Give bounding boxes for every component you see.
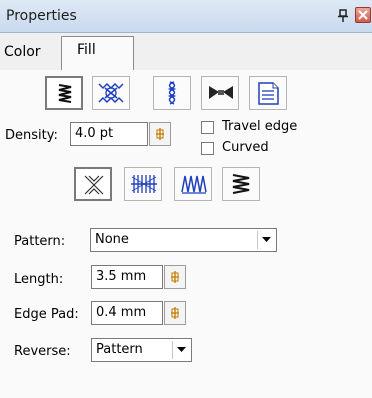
edge-pad-field[interactable]: 0.4 mm bbox=[91, 301, 163, 325]
density-label: Density: bbox=[5, 128, 58, 143]
length-label: Length: bbox=[14, 272, 64, 287]
fill-type-wave-button[interactable] bbox=[153, 76, 191, 110]
stitch-style-cross-button[interactable] bbox=[74, 167, 112, 201]
spin-arrows-icon bbox=[171, 271, 179, 283]
chevron-down-icon bbox=[177, 347, 186, 352]
stitch-style-zigzag-button[interactable] bbox=[174, 167, 212, 201]
edge-pad-label: Edge Pad: bbox=[14, 307, 79, 322]
spin-arrows-icon bbox=[171, 307, 179, 319]
travel-edge-checkbox[interactable] bbox=[201, 121, 214, 134]
pattern-dropdown-arrow[interactable] bbox=[257, 231, 274, 249]
fill-type-cross-button[interactable] bbox=[92, 76, 130, 110]
tab-fill-label: Fill bbox=[77, 42, 96, 58]
chevron-down-icon bbox=[262, 237, 271, 242]
travel-edge-label: Travel edge bbox=[222, 119, 298, 134]
stitch-style-blanket-button[interactable] bbox=[124, 167, 162, 201]
cross-stitch-icon bbox=[84, 175, 104, 195]
curved-label: Curved bbox=[222, 140, 269, 155]
cross-pattern-fill-icon bbox=[98, 82, 124, 104]
tab-strip: Color Fill bbox=[0, 33, 372, 71]
blanket-stitch-icon bbox=[131, 175, 157, 193]
pattern-value: None bbox=[95, 232, 129, 247]
density-spinner[interactable] bbox=[149, 122, 171, 146]
fill-tab-content: Density: 4.0 pt Travel edge Curved Patte… bbox=[0, 70, 372, 398]
reverse-dropdown-arrow[interactable] bbox=[172, 341, 189, 359]
stitch-style-satin-button[interactable] bbox=[222, 167, 260, 201]
fill-type-satin-button[interactable] bbox=[45, 76, 83, 110]
pattern-label: Pattern: bbox=[14, 234, 66, 249]
length-spinner[interactable] bbox=[164, 265, 186, 289]
fill-type-bowtie-button[interactable] bbox=[201, 76, 239, 110]
panel-titlebar: Properties bbox=[0, 0, 372, 33]
curved-checkbox[interactable] bbox=[201, 142, 214, 155]
close-button[interactable] bbox=[355, 7, 371, 23]
zigzag-stitch-icon bbox=[181, 175, 207, 194]
pattern-select[interactable]: None bbox=[90, 228, 277, 252]
length-field[interactable]: 3.5 mm bbox=[91, 265, 163, 289]
reverse-label: Reverse: bbox=[14, 344, 71, 359]
tab-color[interactable]: Color bbox=[4, 44, 41, 60]
bow-tie-fill-icon bbox=[209, 86, 233, 99]
density-field[interactable]: 4.0 pt bbox=[70, 122, 148, 146]
wave-fill-icon bbox=[167, 81, 177, 105]
pin-icon[interactable] bbox=[337, 9, 349, 23]
close-icon bbox=[358, 10, 368, 20]
edge-pad-spinner[interactable] bbox=[164, 301, 186, 325]
spin-arrows-icon bbox=[156, 128, 164, 140]
document-fill-icon bbox=[258, 82, 279, 105]
panel-title: Properties bbox=[6, 8, 77, 24]
reverse-value: Pattern bbox=[96, 342, 143, 357]
fill-type-document-button[interactable] bbox=[249, 76, 287, 110]
satin-fill-icon bbox=[58, 84, 72, 103]
reverse-select[interactable]: Pattern bbox=[91, 338, 192, 362]
tab-fill[interactable]: Fill bbox=[61, 36, 134, 71]
satin-stitch-icon bbox=[232, 174, 250, 194]
